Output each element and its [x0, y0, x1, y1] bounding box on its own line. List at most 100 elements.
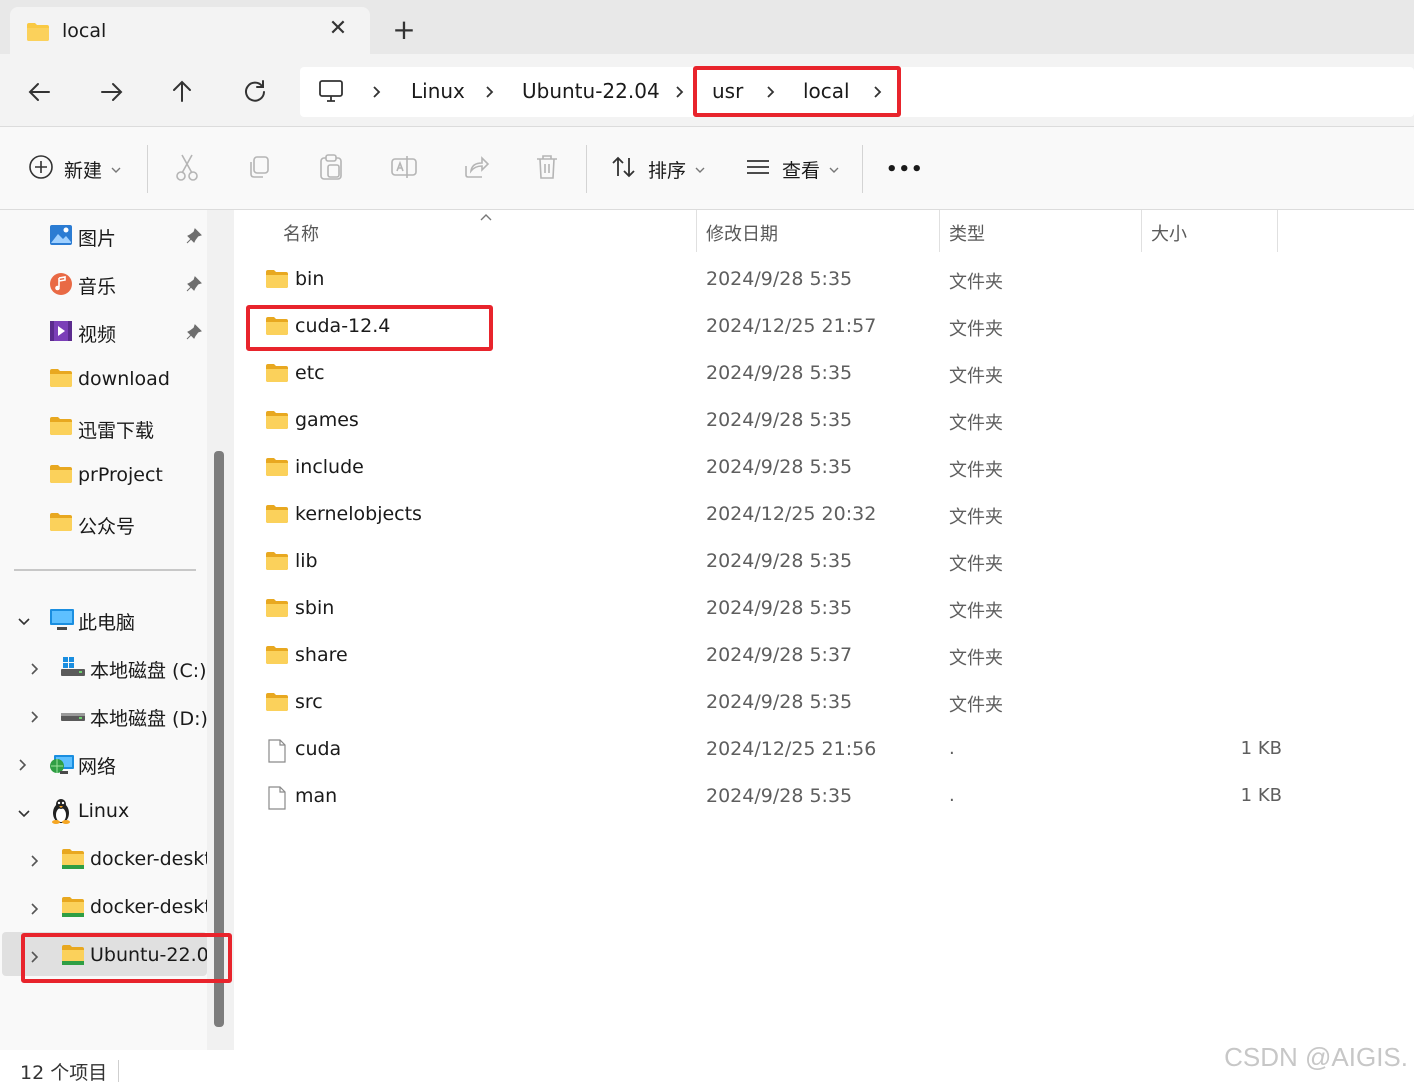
breadcrumb-local[interactable]: local: [803, 79, 850, 103]
linux-folder-icon: [61, 896, 85, 923]
table-row[interactable]: cuda 2024/12/25 21:56. 1 KB: [234, 727, 1414, 773]
sidebar-item-label: 公众号: [78, 516, 136, 538]
table-row[interactable]: cuda-12.4 2024/12/25 21:57 文件夹: [234, 304, 1414, 350]
file-list: 名称 修改日期 类型 大小 bin 2024/9/28 5:35 文件夹 cuda-1…: [234, 210, 1414, 1050]
pin-icon[interactable]: [186, 227, 202, 249]
sidebar-item-xunlei[interactable]: 迅雷下载: [0, 404, 210, 448]
column-header-name[interactable]: 名称: [234, 210, 696, 254]
file-name: cuda: [295, 738, 342, 760]
file-date: 2024/12/25 21:57: [706, 315, 877, 337]
folder-icon: [49, 464, 73, 489]
tab-local[interactable]: local ✕: [10, 7, 370, 57]
sidebar-item-pictures[interactable]: 图片: [0, 212, 210, 256]
chevron-right-icon[interactable]: [28, 948, 42, 970]
table-row[interactable]: games 2024/9/28 5:35 文件夹: [234, 398, 1414, 444]
trash-icon: [534, 153, 560, 186]
up-arrow-icon[interactable]: [162, 72, 202, 112]
sidebar-item-music[interactable]: 音乐: [0, 260, 210, 304]
sidebar-item-label: prProject: [78, 464, 163, 486]
cut-button[interactable]: [174, 151, 200, 187]
sidebar-item-prproject[interactable]: prProject: [0, 452, 210, 496]
share-button[interactable]: [462, 151, 490, 187]
chevron-down-icon[interactable]: [16, 804, 32, 826]
folder-icon: [265, 645, 289, 670]
sidebar-item-drive-d[interactable]: 本地磁盘 (D:): [0, 692, 210, 736]
table-row[interactable]: share 2024/9/28 5:37 文件夹: [234, 633, 1414, 679]
column-header-type[interactable]: 类型: [940, 210, 1141, 254]
table-row[interactable]: etc 2024/9/28 5:35 文件夹: [234, 351, 1414, 397]
column-header-date[interactable]: 修改日期: [697, 210, 939, 254]
computer-icon[interactable]: [318, 79, 344, 108]
breadcrumb-linux[interactable]: Linux: [411, 79, 465, 103]
sidebar-item-docker-desktop[interactable]: docker-desktop: [0, 836, 210, 880]
sidebar-item-this-pc[interactable]: 此电脑: [0, 596, 210, 640]
new-button[interactable]: 新建: [28, 151, 122, 187]
sidebar-item-linux[interactable]: Linux: [0, 788, 210, 832]
sidebar-item-drive-c[interactable]: 本地磁盘 (C:): [0, 644, 210, 688]
file-name: man: [295, 785, 338, 807]
rename-icon: [390, 154, 418, 185]
column-header-label: 修改日期: [706, 224, 778, 245]
chevron-right-icon[interactable]: [16, 756, 30, 778]
chevron-right-icon[interactable]: [369, 81, 385, 103]
chevron-down-icon[interactable]: [16, 612, 32, 634]
pin-icon[interactable]: [186, 275, 202, 297]
file-name: bin: [295, 268, 325, 290]
file-name: games: [295, 409, 359, 431]
breadcrumb-usr[interactable]: usr: [712, 79, 743, 103]
file-type: 文件夹: [949, 413, 1003, 434]
sidebar-item-ubuntu[interactable]: Ubuntu-22.04: [2, 932, 207, 976]
chevron-right-icon[interactable]: [870, 81, 886, 103]
table-row[interactable]: lib 2024/9/28 5:35 文件夹: [234, 539, 1414, 585]
sidebar-item-download[interactable]: download: [0, 356, 210, 400]
forward-arrow-icon[interactable]: [91, 72, 131, 112]
sidebar-item-network[interactable]: 网络: [0, 740, 210, 784]
refresh-icon[interactable]: [235, 72, 275, 112]
table-row[interactable]: src 2024/9/28 5:35 文件夹: [234, 680, 1414, 726]
scissors-icon: [174, 153, 200, 186]
separator: [147, 145, 148, 193]
paste-button[interactable]: [318, 151, 344, 187]
status-bar: 12 个项目: [0, 1050, 1414, 1087]
folder-icon: [265, 551, 289, 576]
table-row[interactable]: include 2024/9/28 5:35 文件夹: [234, 445, 1414, 491]
table-row[interactable]: kernelobjects 2024/12/25 20:32 文件夹: [234, 492, 1414, 538]
pin-icon[interactable]: [186, 323, 202, 345]
rename-button[interactable]: [390, 151, 418, 187]
column-header-size[interactable]: 大小: [1142, 210, 1277, 254]
file-date: 2024/9/28 5:37: [706, 644, 853, 666]
table-row[interactable]: bin 2024/9/28 5:35 文件夹: [234, 257, 1414, 303]
chevron-right-icon[interactable]: [28, 660, 42, 682]
sidebar-item-docker-desktop-data[interactable]: docker-desktop-data: [0, 884, 210, 928]
sidebar-item-videos[interactable]: 视频: [0, 308, 210, 352]
file-date: 2024/9/28 5:35: [706, 597, 853, 619]
more-options-button[interactable]: •••: [886, 151, 924, 187]
chevron-right-icon[interactable]: [28, 708, 42, 730]
close-icon[interactable]: ✕: [322, 13, 354, 45]
copy-button[interactable]: [246, 151, 272, 187]
back-arrow-icon[interactable]: [20, 72, 60, 112]
chevron-right-icon[interactable]: [28, 852, 42, 874]
breadcrumb-ubuntu[interactable]: Ubuntu-22.04: [522, 79, 660, 103]
table-row[interactable]: sbin 2024/9/28 5:35 文件夹: [234, 586, 1414, 632]
delete-button[interactable]: [534, 151, 560, 187]
file-date: 2024/9/28 5:35: [706, 691, 853, 713]
chevron-right-icon[interactable]: [482, 81, 498, 103]
view-button[interactable]: 查看: [744, 151, 840, 187]
file-date: 2024/9/28 5:35: [706, 268, 853, 290]
chevron-right-icon[interactable]: [672, 81, 688, 103]
chevron-right-icon[interactable]: [763, 81, 779, 103]
column-divider[interactable]: [1277, 210, 1278, 252]
scrollbar-thumb[interactable]: [214, 451, 224, 1027]
file-icon: [267, 786, 287, 815]
table-row[interactable]: man 2024/9/28 5:35. 1 KB: [234, 774, 1414, 820]
sidebar-item-label: 视频: [78, 324, 117, 346]
linux-penguin-icon: [49, 798, 73, 829]
pictures-icon: [49, 224, 73, 251]
chevron-right-icon[interactable]: [28, 900, 42, 922]
new-tab-button[interactable]: +: [388, 14, 420, 46]
sidebar-item-gongzhonghao[interactable]: 公众号: [0, 500, 210, 544]
address-bar[interactable]: Linux Ubuntu-22.04 usr local: [300, 67, 1414, 117]
file-name: share: [295, 644, 348, 666]
sort-button[interactable]: 排序: [610, 151, 706, 187]
